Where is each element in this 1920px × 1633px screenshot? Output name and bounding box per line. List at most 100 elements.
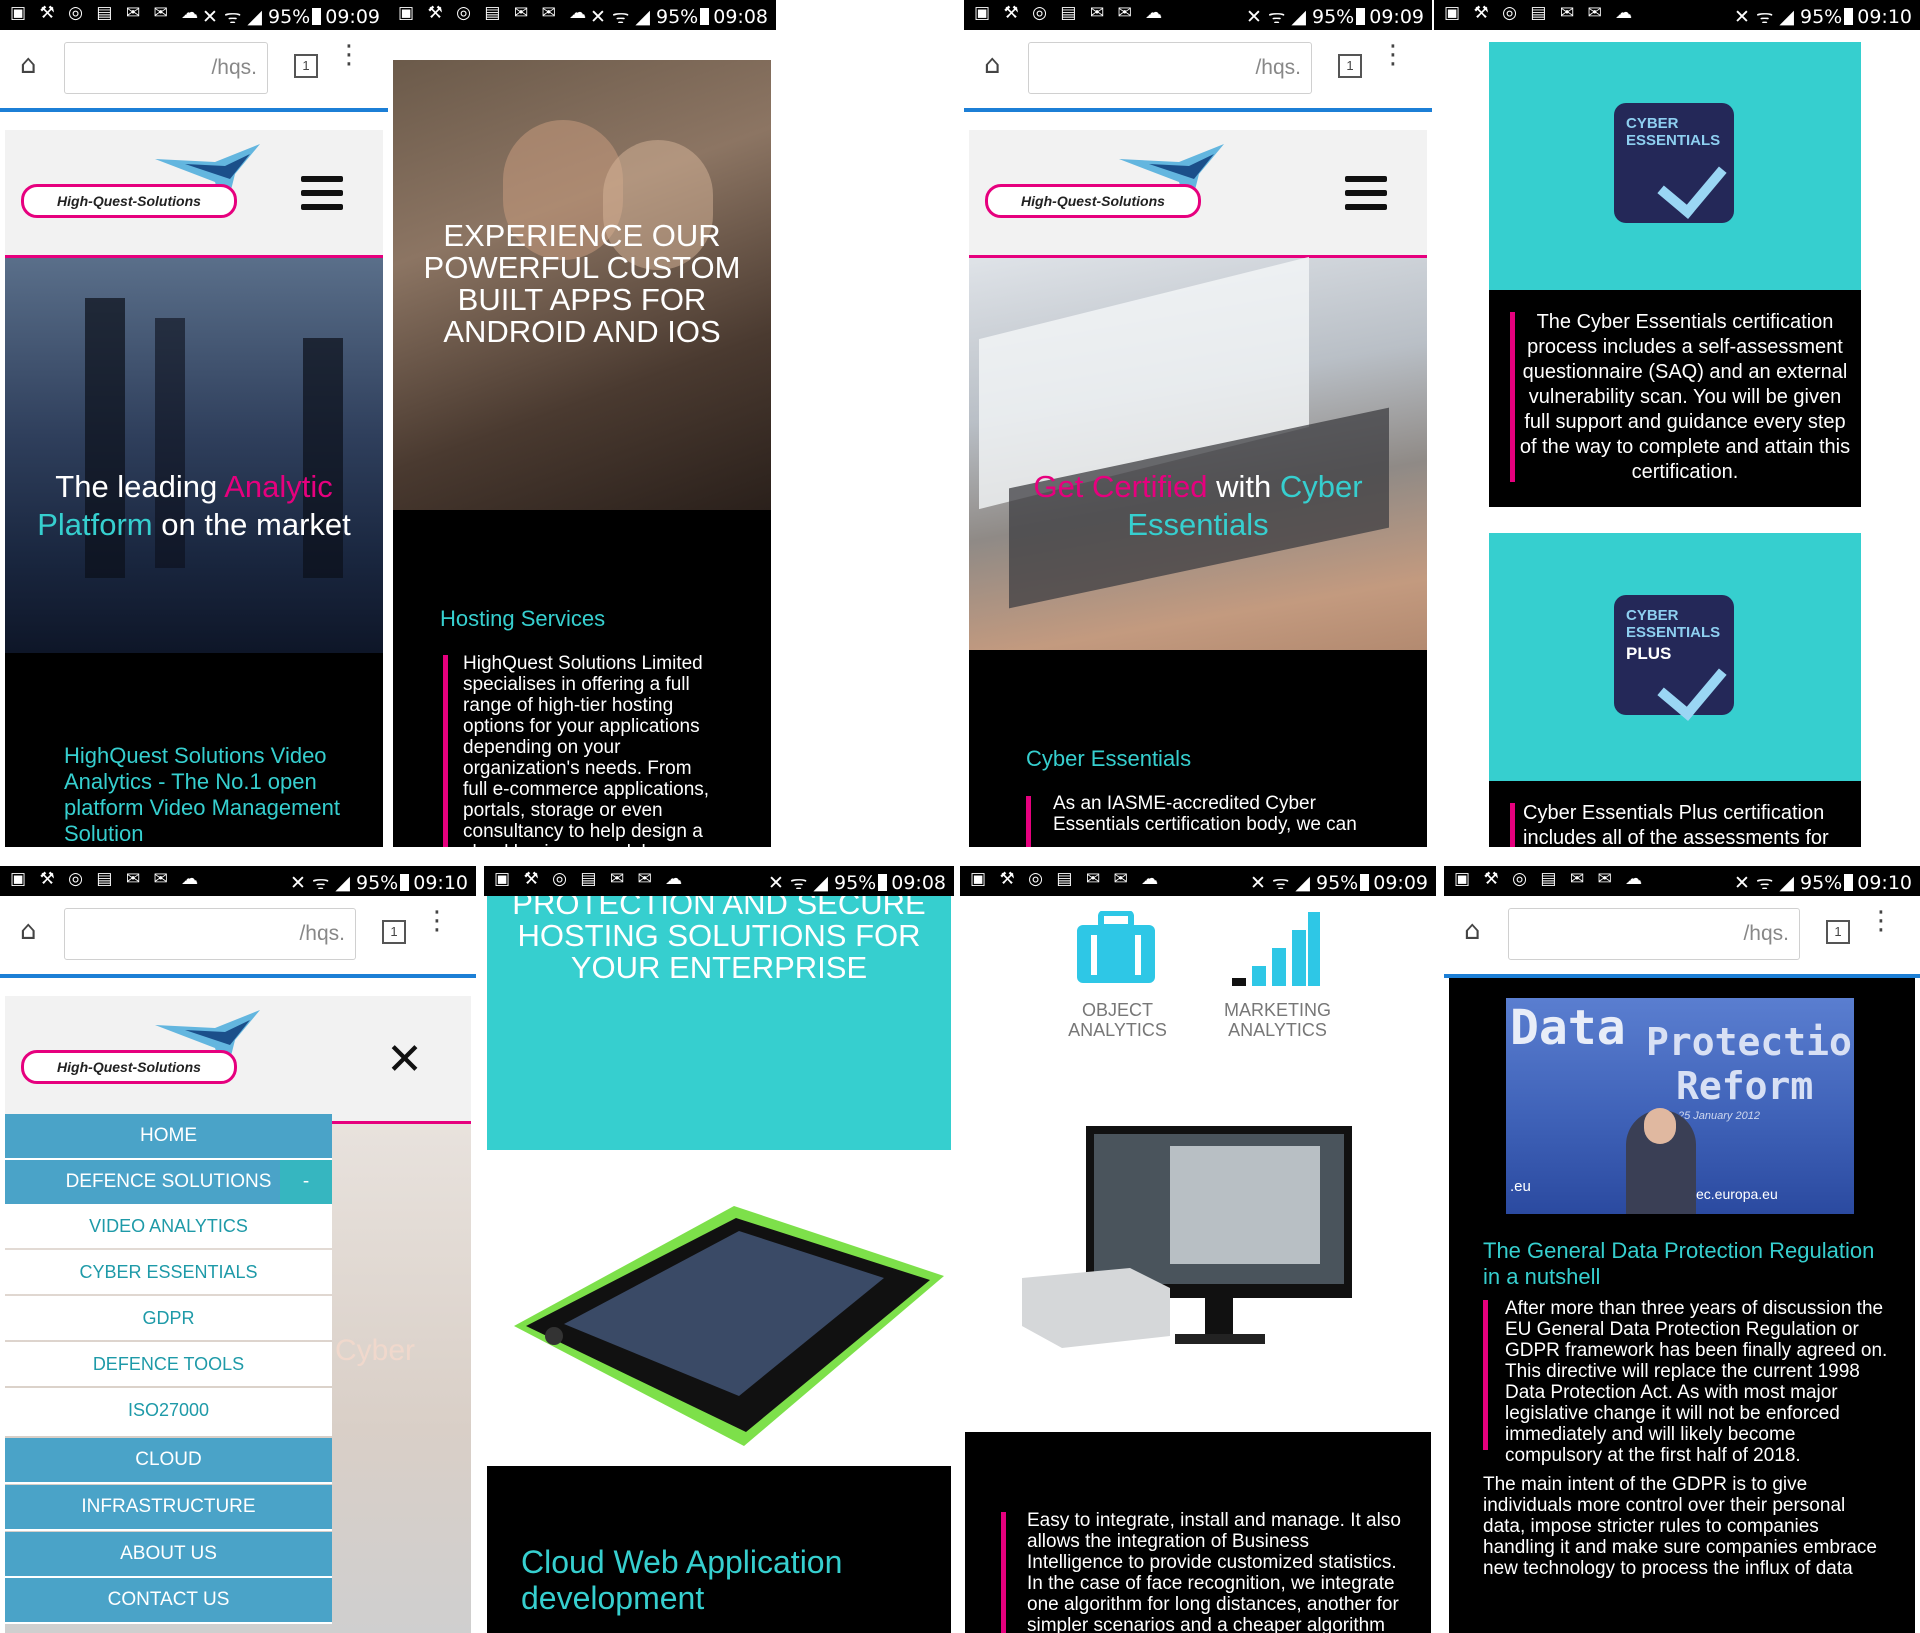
battery-text: 95% xyxy=(656,6,699,28)
briefcase-icon xyxy=(1077,911,1155,983)
clock: 09:08 xyxy=(713,6,768,28)
subnav-cyber-essentials[interactable]: CYBER ESSENTIALS xyxy=(5,1250,332,1294)
url-field[interactable]: /hqs. xyxy=(1028,42,1312,94)
url-text: /hqs. xyxy=(1743,922,1789,945)
hamburger-menu-icon[interactable] xyxy=(1345,176,1387,218)
battery-text: 95% xyxy=(1312,6,1355,28)
hero-image: The leading Analytic Platform on the mar… xyxy=(5,258,383,653)
status-bar: ▣ ⚒ ◎ ▤ ✉ ✉ ☁ ✕ ᯤ ◢ 95% 09:09 xyxy=(960,866,1436,896)
clock: 09:09 xyxy=(1369,6,1424,28)
home-icon[interactable]: ⌂ xyxy=(20,52,46,78)
phone-image xyxy=(514,1206,944,1446)
url-field[interactable]: /hqs. xyxy=(64,42,268,94)
nav-infrastructure[interactable]: INFRASTRUCTURE xyxy=(5,1485,332,1531)
url-text: /hqs. xyxy=(299,922,345,945)
battery-icon xyxy=(1844,8,1854,25)
status-bar: ▣ ⚒ ◎ ▤ ✉ ✉ ☁ ✕ ᯤ ◢ 95% 09:10 xyxy=(1444,866,1920,896)
site-logo[interactable]: High-Quest-Solutions xyxy=(21,184,237,218)
quote-bar xyxy=(1510,803,1515,847)
subnav-defence-tools[interactable]: DEFENCE TOOLS xyxy=(5,1342,332,1386)
signal-icon: ✕ ᯤ ◢ xyxy=(767,872,828,894)
battery-icon xyxy=(1360,874,1370,891)
badge-panel-1: CYBER ESSENTIALS xyxy=(1489,42,1861,290)
battery-text: 95% xyxy=(1800,6,1843,28)
url-field[interactable]: /hqs. xyxy=(1508,908,1800,960)
site-logo[interactable]: High-Quest-Solutions xyxy=(985,184,1201,218)
overflow-menu-icon[interactable]: ⋮ xyxy=(424,908,450,934)
tab-switcher-icon[interactable]: 1 xyxy=(294,54,318,78)
screenshot-analytics-features: ▣ ⚒ ◎ ▤ ✉ ✉ ☁ ✕ ᯤ ◢ 95% 09:09 OBJECT ANAL… xyxy=(960,866,1436,1633)
signal-icon: ✕ ᯤ ◢ xyxy=(589,6,650,28)
status-bar: ▣ ⚒ ◎ ▤ ✉ ✉ ☁ ✕ ᯤ ◢ 95% 09:10 xyxy=(0,866,476,896)
banner-text: PROTECTION AND SECURE HOSTING SOLUTIONS … xyxy=(512,896,926,985)
screenshot-cyber-essentials: ▣ ⚒ ◎ ▤ ✉ ✉ ☁ ✕ ᯤ ◢ 95% 09:09 ⌂ /hqs. 1 ⋮… xyxy=(964,0,1432,847)
quote-bar xyxy=(1026,796,1031,847)
hamburger-menu-icon[interactable] xyxy=(301,176,343,218)
monitor-server-image xyxy=(1022,1126,1352,1348)
background-text-fragment: Cyber xyxy=(335,1334,416,1367)
signal-icon: ✕ ᯤ ◢ xyxy=(1733,872,1794,894)
gdpr-image: Data Protection Reform 25 January 2012 .… xyxy=(1506,998,1854,1214)
home-icon[interactable]: ⌂ xyxy=(1464,918,1490,944)
url-text: /hqs. xyxy=(211,56,257,79)
notification-icons: ▣ ⚒ ◎ ▤ ✉ ✉ ☁ xyxy=(1444,3,1637,23)
signal-icon: ✕ ᯤ ◢ xyxy=(201,6,262,28)
clock: 09:10 xyxy=(1857,872,1912,894)
notification-icons: ▣ ⚒ ◎ ▤ ✉ ✉ ☁ xyxy=(974,3,1167,23)
screenshot-gdpr: ▣ ⚒ ◎ ▤ ✉ ✉ ☁ ✕ ᯤ ◢ 95% 09:10 ⌂ /hqs. 1 ⋮… xyxy=(1444,866,1920,1633)
site-header: High-Quest-Solutions ✕ xyxy=(5,996,471,1124)
notification-icons: ▣ ⚒ ◎ ▤ ✉ ✉ ☁ xyxy=(970,869,1163,889)
teal-banner: PROTECTION AND SECURE HOSTING SOLUTIONS … xyxy=(487,896,951,1150)
screenshot-hosting: ▣ ⚒ ◎ ▤ ✉ ✉ ☁ ✕ ᯤ ◢ 95% 09:08 EXPERIENCE … xyxy=(388,0,776,847)
badge-panel-2: CYBER ESSENTIALS PLUS xyxy=(1489,533,1861,781)
overflow-menu-icon[interactable]: ⋮ xyxy=(1380,42,1406,68)
section-body: As an IASME-accredited Cyber Essentials … xyxy=(1053,793,1357,835)
bar-chart-icon xyxy=(1232,912,1320,986)
nav-defence-solutions[interactable]: DEFENCE SOLUTIONS - xyxy=(5,1160,332,1206)
nav-home[interactable]: HOME xyxy=(5,1114,332,1160)
tab-switcher-icon[interactable]: 1 xyxy=(1338,54,1362,78)
close-menu-icon[interactable]: ✕ xyxy=(386,1038,423,1082)
nav-about-us[interactable]: ABOUT US xyxy=(5,1532,332,1578)
collapse-toggle[interactable]: - xyxy=(280,1160,332,1204)
content-section: Hosting Services HighQuest Solutions Lim… xyxy=(393,510,771,847)
battery-icon xyxy=(878,874,888,891)
site-header: High-Quest-Solutions xyxy=(969,130,1427,258)
nav-cloud[interactable]: CLOUD xyxy=(5,1438,332,1484)
url-field[interactable]: /hqs. xyxy=(64,908,356,960)
hero-image: EXPERIENCE OUR POWERFUL CUSTOM BUILT APP… xyxy=(393,60,771,510)
overflow-menu-icon[interactable]: ⋮ xyxy=(1868,908,1894,934)
tab-switcher-icon[interactable]: 1 xyxy=(382,920,406,944)
subnav-gdpr[interactable]: GDPR xyxy=(5,1296,332,1340)
tab-switcher-icon[interactable]: 1 xyxy=(1826,920,1850,944)
site-logo[interactable]: High-Quest-Solutions xyxy=(21,1050,237,1084)
browser-toolbar: ⌂ /hqs. 1 ⋮ xyxy=(964,30,1432,112)
site-header: High-Quest-Solutions xyxy=(5,130,383,258)
status-bar: ▣ ⚒ ◎ ▤ ✉ ✉ ☁ ✕ ᯤ ◢ 95% 09:09 xyxy=(0,0,388,30)
status-bar: ▣ ⚒ ◎ ▤ ✉ ✉ ☁ ✕ ᯤ ◢ 95% 09:10 xyxy=(1434,0,1920,30)
quote-bar xyxy=(443,655,448,847)
clock: 09:09 xyxy=(325,6,380,28)
screenshot-cyber-badges: ▣ ⚒ ◎ ▤ ✉ ✉ ☁ ✕ ᯤ ◢ 95% 09:10 CYBER ESSENT… xyxy=(1434,0,1920,847)
hero-headline: Get Certified with Cyber Essentials xyxy=(1033,469,1363,542)
signal-icon: ✕ ᯤ ◢ xyxy=(1249,872,1310,894)
notification-icons: ▣ ⚒ ◎ ▤ ✉ ✉ ☁ xyxy=(10,3,203,23)
subnav-video-analytics[interactable]: VIDEO ANALYTICS xyxy=(5,1204,332,1248)
status-bar: ▣ ⚒ ◎ ▤ ✉ ✉ ☁ ✕ ᯤ ◢ 95% 09:08 xyxy=(484,866,954,896)
battery-icon xyxy=(312,8,322,25)
browser-toolbar: ⌂ /hqs. 1 ⋮ xyxy=(1444,896,1920,978)
badge-text-1: The Cyber Essentials certification proce… xyxy=(1489,290,1861,507)
subnav-iso27000[interactable]: ISO27000 xyxy=(5,1388,332,1436)
battery-icon xyxy=(400,874,410,891)
browser-toolbar: ⌂ /hqs. 1 ⋮ xyxy=(0,30,388,112)
cyber-essentials-badge: CYBER ESSENTIALS xyxy=(1614,103,1734,223)
battery-text: 95% xyxy=(1800,872,1843,894)
battery-icon xyxy=(1844,874,1854,891)
overflow-menu-icon[interactable]: ⋮ xyxy=(336,42,362,68)
home-icon[interactable]: ⌂ xyxy=(20,918,46,944)
nav-contact-us[interactable]: CONTACT US xyxy=(5,1578,332,1624)
section-body-2: The main intent of the GDPR is to give i… xyxy=(1483,1474,1877,1579)
badge-body-1: The Cyber Essentials certification proce… xyxy=(1519,311,1851,483)
home-icon[interactable]: ⌂ xyxy=(984,52,1010,78)
signal-icon: ✕ ᯤ ◢ xyxy=(1733,6,1794,28)
